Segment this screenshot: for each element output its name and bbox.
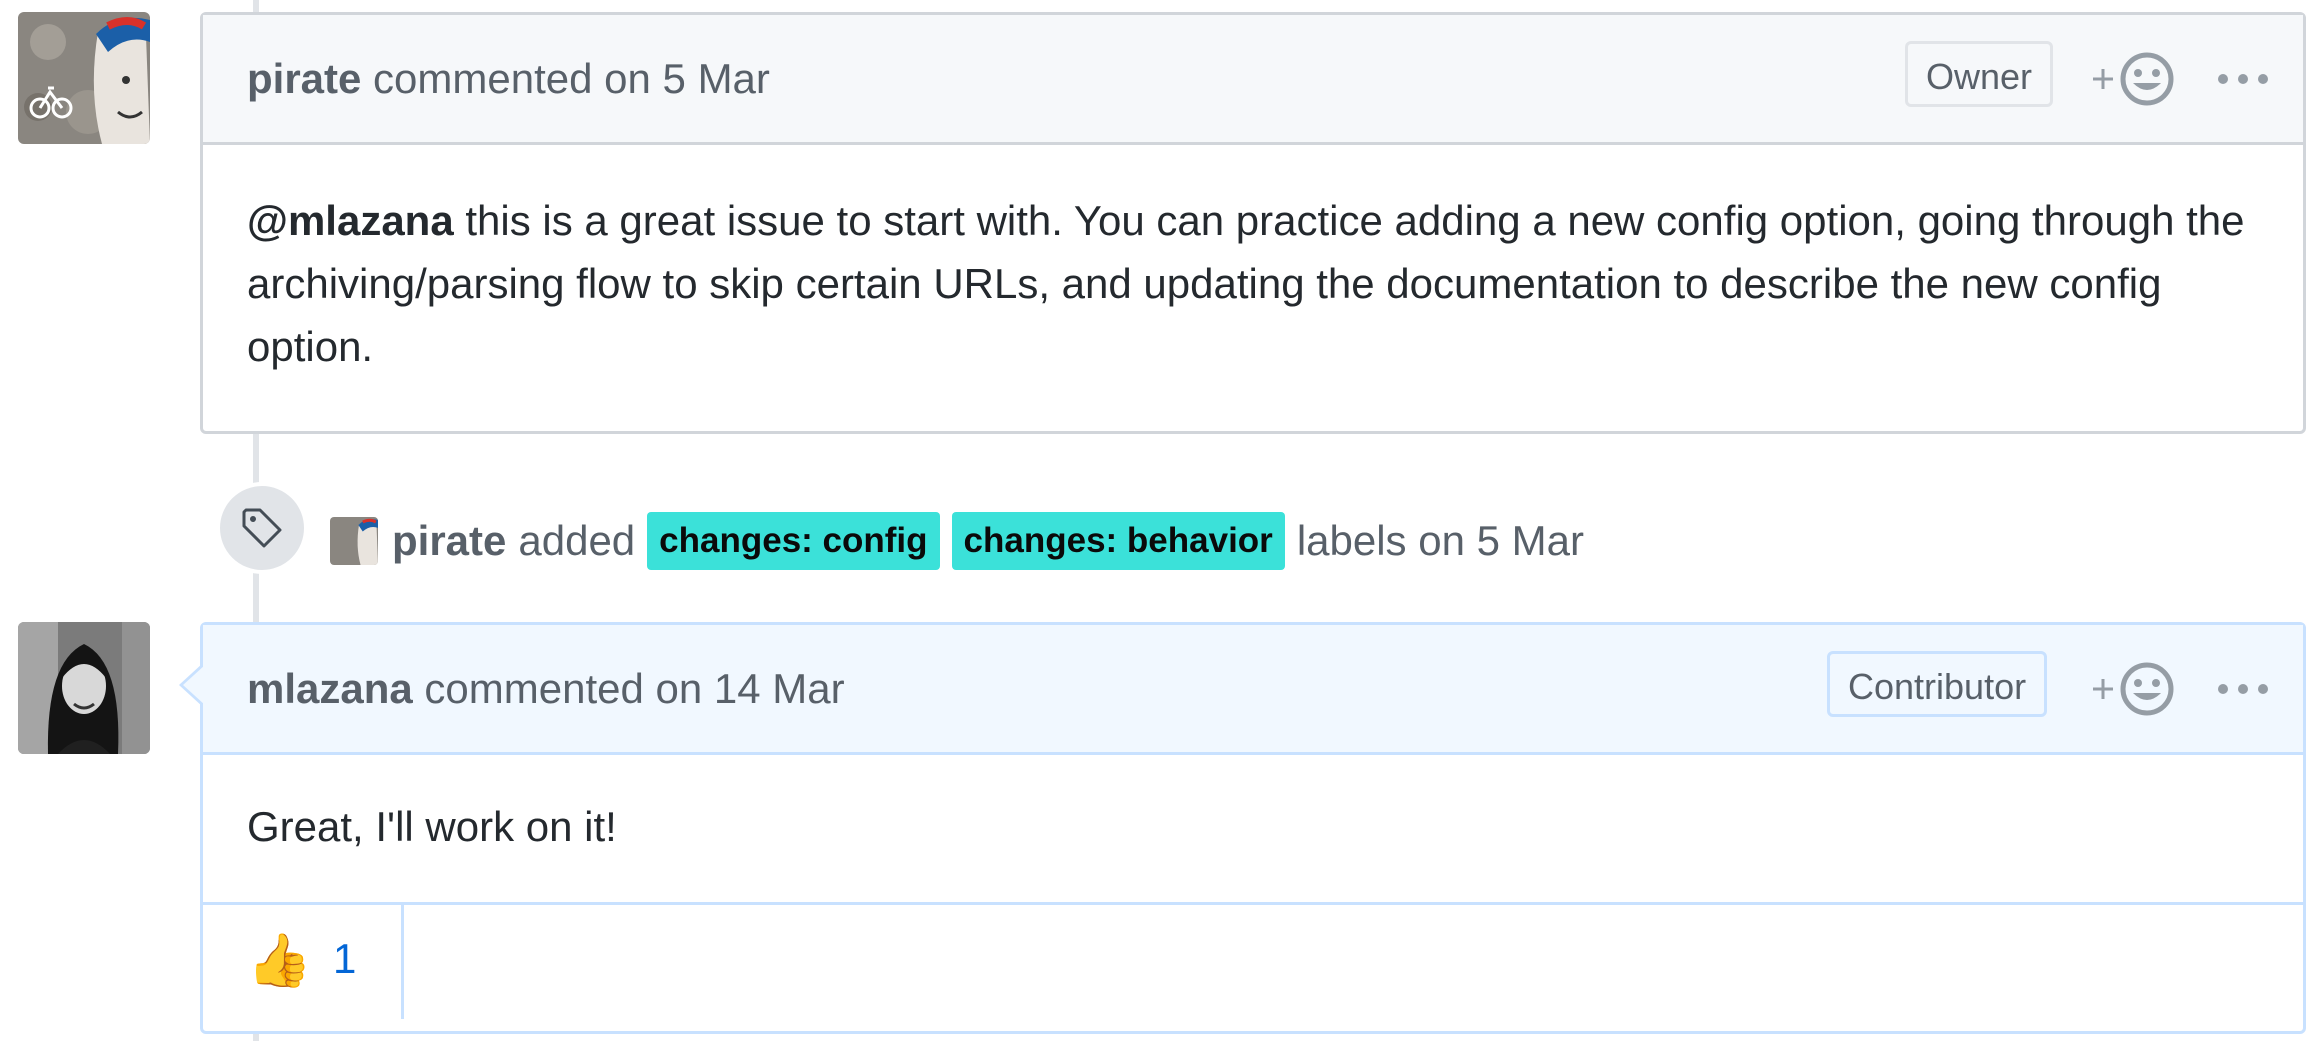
thumbs-up-icon: 👍 <box>247 932 312 990</box>
event-badge <box>216 482 308 574</box>
reaction-thumbs-up-button[interactable]: 👍 1 <box>203 905 404 1019</box>
comment-mlazana: mlazana commented on 14 Mar Contributor … <box>179 622 2306 1034</box>
kebab-horizontal-icon <box>2218 74 2268 84</box>
event-description: pirate added changes: config changes: be… <box>330 512 1584 570</box>
add-reaction-button[interactable] <box>2089 661 2179 717</box>
label-changes-behavior[interactable]: changes: behavior <box>951 512 1285 570</box>
comment-header: pirate commented on 5 Mar Owner <box>203 15 2303 145</box>
label-event: pirate added changes: config changes: be… <box>216 482 1816 598</box>
comment-body: Great, I'll work on it! <box>203 755 2303 902</box>
event-verb: added <box>518 517 636 564</box>
comment-author-link[interactable]: mlazana <box>247 665 413 712</box>
kebab-horizontal-icon <box>2218 684 2268 694</box>
comment-meta: pirate commented on 5 Mar <box>247 15 770 142</box>
event-author-link[interactable]: pirate <box>392 517 506 565</box>
comment-timestamp[interactable]: commented on 5 Mar <box>373 55 770 102</box>
avatar-pirate-small[interactable] <box>330 517 378 565</box>
comment-options-button[interactable] <box>2213 51 2273 107</box>
comment-options-button[interactable] <box>2213 661 2273 717</box>
avatar-mlazana[interactable] <box>18 622 150 754</box>
event-suffix[interactable]: labels on 5 Mar <box>1297 517 1584 565</box>
comment-meta: mlazana commented on 14 Mar <box>247 625 845 752</box>
tag-icon <box>242 508 282 548</box>
role-badge: Contributor <box>1827 651 2048 717</box>
reaction-count: 1 <box>333 935 357 982</box>
comment-body: @mlazana this is a great issue to start … <box>203 145 2303 428</box>
smiley-plus-icon <box>2093 52 2174 106</box>
comment-timestamp[interactable]: commented on 14 Mar <box>424 665 844 712</box>
comment-body-text: this is a great issue to start with. You… <box>247 197 2245 370</box>
comment-author-link[interactable]: pirate <box>247 55 361 102</box>
smiley-plus-icon <box>2093 662 2174 716</box>
comment-pointer-inner <box>183 665 205 705</box>
add-reaction-button[interactable] <box>2089 51 2179 107</box>
comment-pirate: pirate commented on 5 Mar Owner @mlazana… <box>200 12 2306 434</box>
avatar-pirate[interactable] <box>18 12 150 144</box>
reactions-bar: 👍 1 <box>203 902 2303 1019</box>
user-mention-link[interactable]: @mlazana <box>247 197 454 244</box>
comment-header: mlazana commented on 14 Mar Contributor <box>203 625 2303 755</box>
role-badge: Owner <box>1905 41 2054 107</box>
label-changes-config[interactable]: changes: config <box>647 512 940 570</box>
comment-body-text: Great, I'll work on it! <box>247 803 617 850</box>
